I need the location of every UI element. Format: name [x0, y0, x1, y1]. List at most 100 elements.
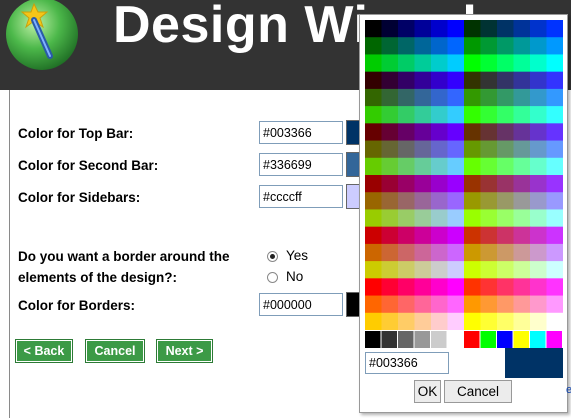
palette-cell[interactable] — [513, 209, 531, 228]
palette-cell[interactable] — [546, 157, 564, 176]
palette-cell[interactable] — [464, 226, 481, 245]
palette-cell[interactable] — [431, 192, 448, 210]
palette-cell[interactable] — [381, 192, 399, 210]
palette-cell[interactable] — [431, 175, 448, 193]
palette-cell[interactable] — [513, 157, 531, 176]
palette-cell[interactable] — [513, 54, 531, 73]
palette-cell[interactable] — [546, 123, 564, 142]
palette-cell[interactable] — [414, 71, 432, 90]
palette-cell[interactable] — [414, 54, 432, 73]
preset-swatch[interactable] — [480, 331, 497, 348]
palette-cell[interactable] — [480, 295, 498, 314]
palette-cell[interactable] — [414, 278, 432, 297]
palette-cell[interactable] — [447, 123, 465, 142]
palette-cell[interactable] — [365, 295, 382, 314]
palette-cell[interactable] — [414, 312, 432, 330]
palette-cell[interactable] — [530, 295, 547, 314]
palette-cell[interactable] — [398, 312, 415, 330]
palette-cell[interactable] — [546, 54, 564, 73]
palette-cell[interactable] — [513, 20, 531, 38]
border-yes-radio[interactable] — [267, 251, 278, 262]
palette-cell[interactable] — [431, 209, 448, 228]
palette-cell[interactable] — [464, 192, 481, 210]
palette-cell[interactable] — [480, 226, 498, 245]
palette-cell[interactable] — [546, 312, 564, 330]
palette-cell[interactable] — [398, 140, 415, 159]
palette-cell[interactable] — [414, 243, 432, 262]
palette-cell[interactable] — [546, 88, 564, 107]
palette-cell[interactable] — [530, 312, 547, 330]
palette-cell[interactable] — [447, 278, 465, 297]
palette-cell[interactable] — [546, 278, 564, 297]
palette-cell[interactable] — [398, 209, 415, 228]
palette-cell[interactable] — [530, 261, 547, 279]
palette-cell[interactable] — [447, 20, 465, 38]
palette-cell[interactable] — [464, 312, 481, 330]
palette-cell[interactable] — [381, 278, 399, 297]
palette-cell[interactable] — [365, 175, 382, 193]
palette-cell[interactable] — [447, 261, 465, 279]
palette-cell[interactable] — [381, 312, 399, 330]
palette-cell[interactable] — [447, 192, 465, 210]
palette-cell[interactable] — [480, 157, 498, 176]
palette-cell[interactable] — [530, 278, 547, 297]
palette-cell[interactable] — [381, 123, 399, 142]
palette-cell[interactable] — [431, 312, 448, 330]
top-bar-color-field[interactable] — [259, 121, 343, 144]
border-no-radio[interactable] — [267, 272, 278, 283]
preset-swatch[interactable] — [381, 331, 398, 348]
palette-cell[interactable] — [431, 106, 448, 124]
palette-cell[interactable] — [497, 88, 514, 107]
palette-cell[interactable] — [365, 312, 382, 330]
back-button[interactable]: < Back — [15, 339, 73, 363]
preset-swatch-row[interactable] — [365, 331, 563, 349]
palette-cell[interactable] — [464, 20, 481, 38]
palette-cell[interactable] — [447, 175, 465, 193]
palette-cell[interactable] — [447, 209, 465, 228]
palette-cell[interactable] — [365, 71, 382, 90]
palette-cell[interactable] — [480, 192, 498, 210]
palette-cell[interactable] — [447, 71, 465, 90]
palette-cell[interactable] — [530, 175, 547, 193]
palette-cell[interactable] — [414, 157, 432, 176]
palette-cell[interactable] — [365, 226, 382, 245]
palette-cell[interactable] — [431, 243, 448, 262]
palette-cell[interactable] — [447, 157, 465, 176]
palette-cell[interactable] — [381, 140, 399, 159]
preset-swatch[interactable] — [497, 331, 513, 348]
palette-cell[interactable] — [381, 209, 399, 228]
palette-cell[interactable] — [365, 123, 382, 142]
palette-cell[interactable] — [447, 295, 465, 314]
preset-swatch[interactable] — [414, 331, 431, 348]
palette-cell[interactable] — [497, 106, 514, 124]
palette-cell[interactable] — [546, 20, 564, 38]
palette-cell[interactable] — [414, 295, 432, 314]
palette-cell[interactable] — [546, 192, 564, 210]
palette-cell[interactable] — [464, 278, 481, 297]
palette-cell[interactable] — [365, 140, 382, 159]
palette-cell[interactable] — [513, 295, 531, 314]
palette-cell[interactable] — [431, 71, 448, 90]
palette-cell[interactable] — [365, 106, 382, 124]
palette-cell[interactable] — [464, 175, 481, 193]
palette-cell[interactable] — [414, 106, 432, 124]
palette-cell[interactable] — [365, 88, 382, 107]
palette-cell[interactable] — [530, 226, 547, 245]
palette-cell[interactable] — [431, 37, 448, 55]
palette-cell[interactable] — [414, 123, 432, 142]
palette-cell[interactable] — [447, 54, 465, 73]
palette-cell[interactable] — [497, 192, 514, 210]
palette-cell[interactable] — [546, 175, 564, 193]
palette-cell[interactable] — [464, 37, 481, 55]
palette-cell[interactable] — [431, 20, 448, 38]
borders-color-field[interactable] — [259, 293, 343, 316]
palette-cell[interactable] — [497, 226, 514, 245]
palette-cell[interactable] — [464, 157, 481, 176]
palette-cell[interactable] — [414, 192, 432, 210]
palette-cell[interactable] — [497, 295, 514, 314]
palette-cell[interactable] — [365, 243, 382, 262]
palette-cell[interactable] — [398, 106, 415, 124]
palette-cell[interactable] — [497, 209, 514, 228]
palette-cell[interactable] — [480, 20, 498, 38]
palette-cell[interactable] — [530, 209, 547, 228]
